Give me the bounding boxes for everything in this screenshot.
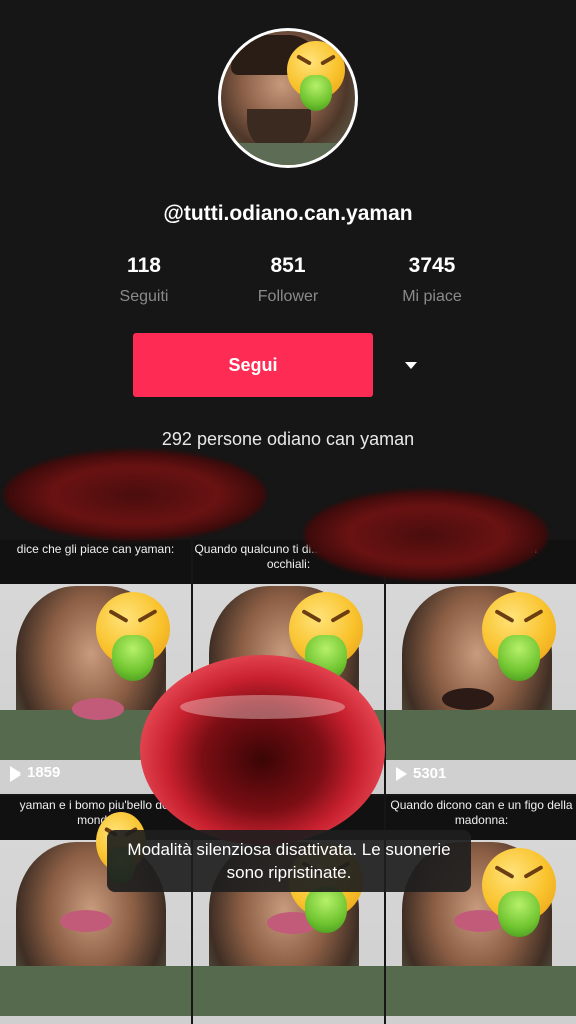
play-icon bbox=[10, 765, 21, 780]
video-play-count: 5301 bbox=[396, 765, 446, 782]
thumbnail-mouth bbox=[442, 688, 494, 710]
stat-likes[interactable]: 3745 Mi piace bbox=[362, 254, 502, 306]
stat-following[interactable]: 118 Seguiti bbox=[74, 254, 214, 306]
thumbnail-shirt bbox=[193, 966, 384, 1016]
stat-followers-value: 851 bbox=[270, 254, 306, 277]
silent-mode-toast: Modalità silenziosa disattivata. Le suon… bbox=[107, 830, 471, 892]
thumbnail-shirt bbox=[386, 966, 576, 1016]
thumbnail-mouth bbox=[60, 910, 112, 932]
avatar-shirt bbox=[221, 143, 355, 165]
vomiting-emoji-icon bbox=[287, 41, 345, 111]
stat-following-value: 118 bbox=[127, 254, 161, 277]
stat-followers[interactable]: 851 Follower bbox=[218, 254, 358, 306]
profile-bio: 292 persone odiano can yaman bbox=[161, 429, 415, 449]
thumbnail-shirt bbox=[0, 966, 191, 1016]
play-count-value: 5301 bbox=[413, 765, 447, 782]
lips-sticker-left bbox=[4, 450, 266, 540]
caret-down-icon bbox=[405, 362, 417, 369]
vomiting-emoji-icon bbox=[482, 592, 556, 681]
vomiting-emoji-icon bbox=[482, 848, 556, 937]
follow-button[interactable]: Segui bbox=[133, 333, 373, 397]
stat-following-label: Seguiti bbox=[119, 288, 169, 305]
stat-likes-value: 3745 bbox=[408, 254, 456, 277]
more-options-button[interactable] bbox=[385, 333, 437, 397]
video-play-count: 1859 bbox=[10, 764, 60, 781]
thumbnail-mouth bbox=[72, 698, 124, 720]
stat-likes-label: Mi piace bbox=[402, 288, 462, 305]
mouth-sticker bbox=[140, 655, 385, 845]
mouth-teeth bbox=[180, 695, 345, 719]
vomiting-emoji-icon bbox=[289, 592, 363, 681]
video-caption: dice che gli piace can yaman: bbox=[0, 540, 191, 584]
profile-avatar[interactable] bbox=[218, 28, 358, 168]
play-count-value: 1859 bbox=[27, 764, 61, 781]
play-icon bbox=[396, 766, 407, 781]
vomiting-emoji-icon bbox=[96, 592, 170, 681]
lips-sticker-right bbox=[304, 490, 548, 580]
thumbnail-shirt bbox=[386, 710, 576, 760]
profile-username: @tutti.odiano.can.yaman bbox=[163, 202, 413, 225]
stat-followers-label: Follower bbox=[257, 288, 319, 305]
avatar-image bbox=[221, 31, 355, 165]
